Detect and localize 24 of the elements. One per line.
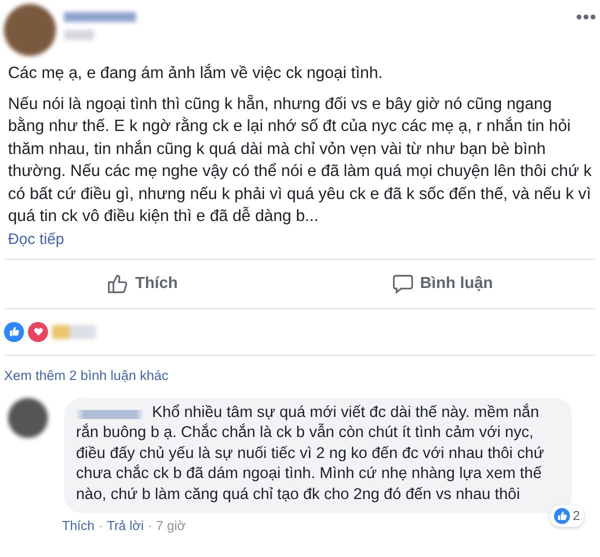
avatar (4, 4, 56, 56)
separator-dot: · (98, 518, 103, 534)
blurred-name (64, 12, 136, 22)
more-options-icon[interactable] (576, 14, 596, 20)
speech-bubble-icon (392, 272, 414, 294)
blurred-timestamp (64, 30, 94, 40)
comment-like-count: 2 (550, 504, 584, 528)
more-comments-link[interactable]: Xem thêm 2 bình luận khác (0, 356, 600, 394)
comment-action-link[interactable]: Trả lời (106, 518, 144, 534)
heart-reaction-icon (28, 322, 48, 342)
separator-dot: · (148, 518, 152, 534)
comment-time: 7 giờ (156, 518, 186, 534)
avatar (8, 398, 48, 438)
comment-button[interactable]: Bình luận (384, 268, 501, 300)
post-text: Các mẹ ạ, e đang ám ảnh lắm về việc ck ngoại tình. (7, 62, 384, 84)
comment-action-link[interactable]: Thích (62, 518, 95, 534)
read-more-link[interactable]: Đọc tiếp (0, 228, 72, 250)
blurred-reactor-names (52, 324, 96, 338)
like-button[interactable]: Thích (99, 268, 186, 300)
thumbs-up-icon (554, 508, 570, 524)
like-reaction-icon (4, 322, 24, 342)
post-text: Nếu nói là ngoại tình thì cũng k hẵn, nhưng đối vs e bây giờ nó cũng ngang bằng như thế. E k ngờ rằng ck e lại nhớ số đt của nyc các mẹ ạ, r nhắn tin hỏi thăm nhau, tin nhắn cũng k quá dài mà chỉ vỏn vẹn vài từ như bạn bè bình thường. Nếu các mẹ nghe vậy có thể nói e đã làm quá mọi chuyện lên thôi chứ k có bất cứ điều gì, nhưng nếu k phải vì quá yêu ck e đã k sốc đến thế, và nếu k vì quá tin ck vô điều kiện thì e đã dễ dàng b... (7, 94, 593, 227)
comment-text: Khổ nhiều tâm sự quá mới viết đc dài thế này. mềm nắn rắn buông b ạ. Chắc chắn là ck b vẫn còn chút ít tình cảm với nyc, điều đấy chủ yếu là sự nuối tiếc vì 2 ng ko đến đc với nhau thôi chứ chưa chắc ck b đã dám ngoại tình. Mình cứ nhẹ nhàng lựa xem thế nào, chứ b làm căng quá chỉ tạo đk cho 2ng đó đến vs nhau thôi (76, 402, 546, 505)
thumbs-up-icon (107, 272, 130, 294)
